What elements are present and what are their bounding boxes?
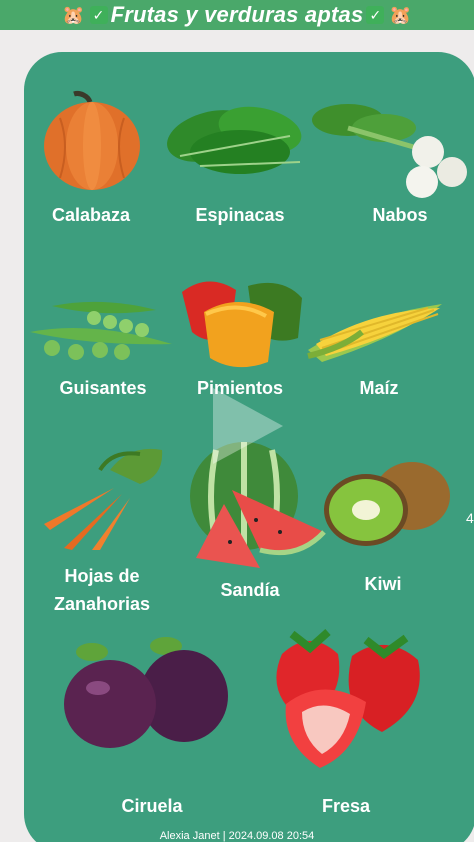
- edge-mark: 4: [466, 510, 474, 526]
- hamster-emoji-left: 🐹: [61, 4, 85, 25]
- item-label-ciruela: Ciruela: [121, 796, 183, 816]
- spinach-icon: [167, 106, 302, 174]
- item-label-espinacas: Espinacas: [195, 205, 285, 225]
- item-label-zanahorias: Zanahorias: [53, 594, 151, 614]
- item-label-guisantes: Guisantes: [59, 378, 147, 398]
- hamster-emoji-right: 🐹: [389, 4, 413, 25]
- item-label-kiwi: Kiwi: [364, 574, 402, 594]
- page-title: Frutas y verduras aptas: [110, 2, 364, 27]
- peas-icon: [30, 301, 172, 360]
- pumpkin-icon: [44, 91, 140, 190]
- item-label-calabaza: Calabaza: [51, 205, 131, 225]
- item-label-sandia: Sandía: [220, 580, 280, 600]
- item-label-maiz: Maíz: [359, 378, 399, 398]
- title-bar: 🐹 ✓ Frutas y verduras aptas ✓ 🐹: [0, 0, 474, 30]
- carrot-icon: [44, 448, 163, 550]
- footer-caption: Alexia Janet | 2024.09.08 20:54: [159, 830, 315, 842]
- kiwi-icon: [324, 462, 450, 546]
- turnip-icon: [312, 104, 467, 198]
- plum-icon: [64, 637, 228, 748]
- peppers-icon: [182, 281, 302, 368]
- item-label-hojas-de: Hojas de: [64, 566, 140, 586]
- item-label-nabos: Nabos: [372, 205, 428, 225]
- strawberry-icon: [276, 629, 420, 768]
- corn-icon: [307, 304, 442, 362]
- check-icon-right: ✓: [366, 6, 385, 24]
- item-label-fresa: Fresa: [321, 796, 371, 816]
- play-icon[interactable]: [213, 388, 283, 464]
- check-icon-left: ✓: [89, 6, 108, 24]
